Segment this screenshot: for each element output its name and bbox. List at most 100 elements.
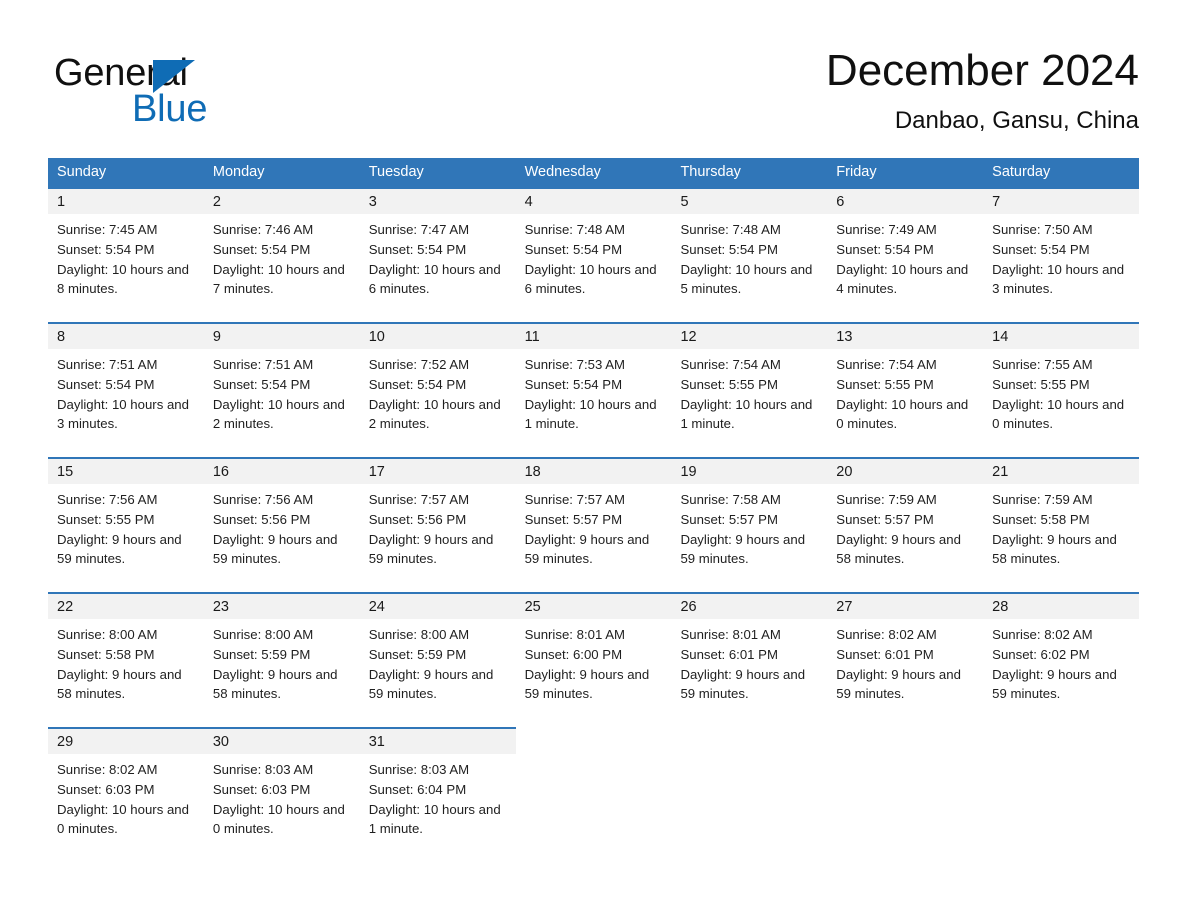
day-details: Sunrise: 8:02 AM Sunset: 6:01 PM Daylight:…: [827, 619, 983, 704]
day-details: Sunrise: 8:03 AM Sunset: 6:03 PM Daylight:…: [204, 754, 360, 839]
sunset-text: Sunset: 5:58 PM: [57, 646, 155, 662]
calendar-day-cell[interactable]: 8 Sunrise: 7:51 AM Sunset: 5:54 PM Daylight…: [48, 322, 204, 457]
weekday-thursday: Thursday: [680, 164, 741, 180]
day-number: 7: [983, 187, 1140, 214]
calendar-day-cell[interactable]: 15 Sunrise: 7:56 AM Sunset: 5:55 PM Dayligh…: [48, 457, 204, 592]
calendar-day-cell[interactable]: 30 Sunrise: 8:03 AM Sunset: 6:03 PM Dayligh…: [203, 727, 360, 862]
daylight-text: Daylight: 9 hours and 59 minutes.: [212, 531, 338, 567]
calendar-day-cell[interactable]: 9 Sunrise: 7:51 AM Sunset: 5:54 PM Daylight…: [203, 322, 360, 457]
daylight-text: Daylight: 9 hours and 58 minutes.: [57, 666, 182, 702]
sunset-text: Sunset: 5:55 PM: [836, 376, 934, 392]
daylight-text: Daylight: 9 hours and 59 minutes.: [680, 531, 806, 567]
sunset-text: Sunset: 5:59 PM: [368, 646, 467, 662]
sunset-text: Sunset: 5:54 PM: [992, 241, 1090, 257]
day-details: Sunrise: 7:53 AM Sunset: 5:54 PM Daylight:…: [516, 349, 672, 434]
sunset-text: Sunset: 5:54 PM: [368, 241, 467, 257]
calendar-day-cell[interactable]: 24 Sunrise: 8:00 AM Sunset: 5:59 PM Dayligh…: [359, 592, 516, 727]
sunrise-text: Sunrise: 7:57 AM: [524, 492, 626, 507]
day-details: Sunrise: 7:54 AM Sunset: 5:55 PM Daylight:…: [671, 349, 827, 434]
daylight-text: Daylight: 10 hours and 0 minutes.: [57, 801, 189, 837]
day-number: 5: [671, 187, 828, 214]
calendar-day-cell[interactable]: 18 Sunrise: 7:57 AM Sunset: 5:57 PM Dayligh…: [515, 457, 672, 592]
sunset-text: Sunset: 6:01 PM: [836, 646, 934, 662]
calendar-day-cell[interactable]: 5 Sunrise: 7:48 AM Sunset: 5:54 PM Daylight…: [671, 187, 828, 322]
sunrise-text: Sunrise: 8:03 AM: [368, 762, 470, 777]
day-number: 25: [515, 592, 672, 619]
calendar-day-cell[interactable]: 17 Sunrise: 7:57 AM Sunset: 5:56 PM Dayligh…: [359, 457, 516, 592]
day-number: 20: [827, 457, 984, 484]
sunset-text: Sunset: 6:02 PM: [992, 646, 1090, 662]
day-details: Sunrise: 7:55 AM Sunset: 5:55 PM Daylight:…: [983, 349, 1139, 434]
day-details: Sunrise: 7:56 AM Sunset: 5:56 PM Daylight:…: [204, 484, 360, 569]
day-number: 11: [515, 322, 672, 349]
calendar-weeks: 1 Sunrise: 7:45 AM Sunset: 5:54 PM Daylight…: [48, 187, 1140, 862]
day-details: Sunrise: 7:45 AM Sunset: 5:54 PM Daylight:…: [48, 214, 204, 299]
daylight-text: Daylight: 9 hours and 58 minutes.: [992, 531, 1117, 567]
calendar-day-cell[interactable]: 12 Sunrise: 7:54 AM Sunset: 5:55 PM Dayligh…: [671, 322, 828, 457]
day-details: Sunrise: 7:46 AM Sunset: 5:54 PM Daylight:…: [204, 214, 360, 299]
daylight-text: Daylight: 10 hours and 3 minutes.: [57, 396, 189, 432]
calendar-day-cell[interactable]: 2 Sunrise: 7:46 AM Sunset: 5:54 PM Daylight…: [203, 187, 360, 322]
daylight-text: Daylight: 9 hours and 58 minutes.: [212, 666, 338, 702]
sunset-text: Sunset: 5:54 PM: [212, 241, 311, 257]
calendar-day-cell[interactable]: 6 Sunrise: 7:49 AM Sunset: 5:54 PM Daylight…: [827, 187, 984, 322]
day-number: 14: [983, 322, 1140, 349]
calendar-day-cell[interactable]: 11 Sunrise: 7:53 AM Sunset: 5:54 PM Dayligh…: [515, 322, 672, 457]
calendar-day-cell[interactable]: 16 Sunrise: 7:56 AM Sunset: 5:56 PM Dayligh…: [203, 457, 360, 592]
sunrise-text: Sunrise: 8:00 AM: [57, 627, 158, 642]
page-header: General Blue December 2024 Danbao, Gansu…: [48, 44, 1139, 152]
day-number: [983, 727, 1139, 754]
calendar-week-row: 29 Sunrise: 8:02 AM Sunset: 6:03 PM Dayligh…: [48, 727, 1140, 862]
daylight-text: Daylight: 9 hours and 59 minutes.: [524, 666, 650, 702]
calendar-day-cell[interactable]: 1 Sunrise: 7:45 AM Sunset: 5:54 PM Daylight…: [48, 187, 204, 322]
logo-text-blue: Blue: [132, 88, 208, 130]
calendar-day-cell[interactable]: 13 Sunrise: 7:54 AM Sunset: 5:55 PM Dayligh…: [827, 322, 984, 457]
daylight-text: Daylight: 10 hours and 2 minutes.: [212, 396, 345, 432]
calendar-day-cell[interactable]: 23 Sunrise: 8:00 AM Sunset: 5:59 PM Dayligh…: [203, 592, 360, 727]
calendar-day-cell[interactable]: 7 Sunrise: 7:50 AM Sunset: 5:54 PM Daylight…: [983, 187, 1140, 322]
sunrise-text: Sunrise: 8:02 AM: [57, 762, 158, 777]
calendar-week-row: 1 Sunrise: 7:45 AM Sunset: 5:54 PM Daylight…: [48, 187, 1140, 322]
calendar-day-cell[interactable]: 19 Sunrise: 7:58 AM Sunset: 5:57 PM Dayligh…: [671, 457, 828, 592]
calendar-day-cell[interactable]: 25 Sunrise: 8:01 AM Sunset: 6:00 PM Dayligh…: [515, 592, 672, 727]
day-number: 19: [671, 457, 828, 484]
calendar-day-cell[interactable]: 3 Sunrise: 7:47 AM Sunset: 5:54 PM Daylight…: [359, 187, 516, 322]
day-number: [827, 727, 983, 754]
calendar-day-cell[interactable]: 14 Sunrise: 7:55 AM Sunset: 5:55 PM Dayligh…: [983, 322, 1140, 457]
sunrise-text: Sunrise: 7:54 AM: [680, 357, 781, 372]
calendar-week-row: 8 Sunrise: 7:51 AM Sunset: 5:54 PM Daylight…: [48, 322, 1140, 457]
calendar-day-cell[interactable]: 29 Sunrise: 8:02 AM Sunset: 6:03 PM Dayligh…: [48, 727, 204, 862]
day-number: 17: [359, 457, 516, 484]
day-details: Sunrise: 7:49 AM Sunset: 5:54 PM Daylight:…: [827, 214, 983, 299]
calendar-day-cell[interactable]: 28 Sunrise: 8:02 AM Sunset: 6:02 PM Dayligh…: [983, 592, 1140, 727]
calendar-day-cell[interactable]: 21 Sunrise: 7:59 AM Sunset: 5:58 PM Dayligh…: [983, 457, 1140, 592]
calendar-day-cell[interactable]: 31 Sunrise: 8:03 AM Sunset: 6:04 PM Dayligh…: [359, 727, 516, 862]
sunrise-text: Sunrise: 8:02 AM: [836, 627, 937, 642]
calendar-week-row: 15 Sunrise: 7:56 AM Sunset: 5:55 PM Dayligh…: [48, 457, 1140, 592]
day-details: Sunrise: 7:51 AM Sunset: 5:54 PM Daylight:…: [204, 349, 360, 434]
weekday-monday: Monday: [212, 164, 265, 180]
calendar-day-cell[interactable]: 20 Sunrise: 7:59 AM Sunset: 5:57 PM Dayligh…: [827, 457, 984, 592]
day-number: 12: [671, 322, 828, 349]
calendar-day-cell[interactable]: 22 Sunrise: 8:00 AM Sunset: 5:58 PM Dayligh…: [48, 592, 204, 727]
day-details: Sunrise: 7:52 AM Sunset: 5:54 PM Daylight:…: [360, 349, 516, 434]
calendar-day-cell[interactable]: 4 Sunrise: 7:48 AM Sunset: 5:54 PM Daylight…: [515, 187, 672, 322]
sunrise-text: Sunrise: 7:48 AM: [680, 222, 781, 237]
sunset-text: Sunset: 5:54 PM: [524, 241, 623, 257]
daylight-text: Daylight: 10 hours and 2 minutes.: [368, 396, 501, 432]
day-number: 26: [671, 592, 828, 619]
sunset-text: Sunset: 5:55 PM: [992, 376, 1090, 392]
calendar-day-cell[interactable]: 26 Sunrise: 8:01 AM Sunset: 6:01 PM Dayligh…: [671, 592, 828, 727]
calendar-day-cell[interactable]: 10 Sunrise: 7:52 AM Sunset: 5:54 PM Dayligh…: [359, 322, 516, 457]
day-details: Sunrise: 8:02 AM Sunset: 6:02 PM Daylight:…: [983, 619, 1139, 704]
generalblue-logo[interactable]: General Blue: [54, 52, 314, 138]
sunrise-text: Sunrise: 7:57 AM: [368, 492, 470, 507]
day-number: 28: [983, 592, 1140, 619]
day-details: Sunrise: 7:51 AM Sunset: 5:54 PM Daylight:…: [48, 349, 204, 434]
daylight-text: Daylight: 10 hours and 6 minutes.: [368, 261, 501, 297]
daylight-text: Daylight: 9 hours and 58 minutes.: [836, 531, 961, 567]
day-number: 18: [515, 457, 672, 484]
day-number: 9: [203, 322, 360, 349]
calendar-day-cell[interactable]: 27 Sunrise: 8:02 AM Sunset: 6:01 PM Dayligh…: [827, 592, 984, 727]
sunrise-text: Sunrise: 7:48 AM: [524, 222, 626, 237]
